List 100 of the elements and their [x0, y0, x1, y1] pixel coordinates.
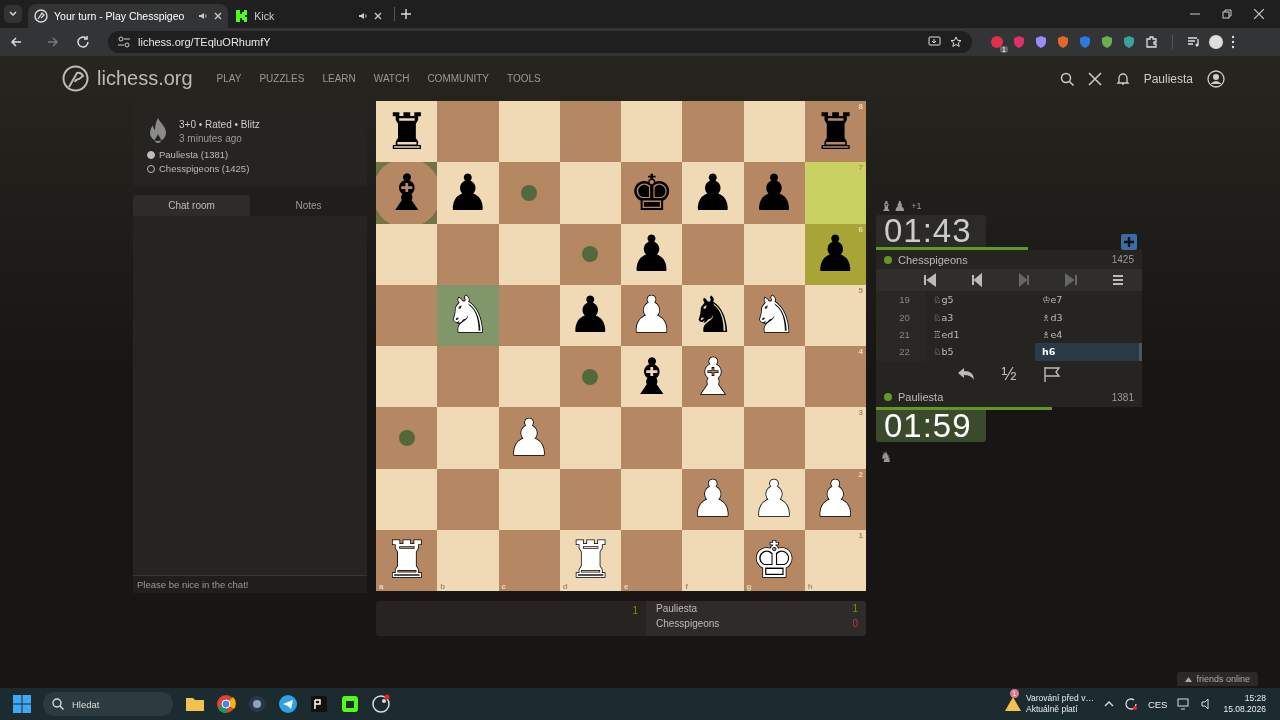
chess-piece[interactable]: ♝ [629, 351, 675, 402]
chevron-up-icon[interactable] [1103, 701, 1114, 707]
extension-icon[interactable] [1034, 35, 1048, 49]
terminal-icon[interactable] [309, 694, 329, 714]
board-square[interactable] [743, 101, 805, 163]
board-square[interactable]: ♟ [559, 284, 621, 346]
player-name[interactable]: Pauliesta [898, 391, 944, 404]
extension-icon[interactable] [990, 35, 1004, 49]
board-square[interactable] [559, 223, 621, 285]
language-indicator[interactable]: CES [1147, 698, 1168, 710]
chess-piece[interactable]: ♜ [812, 106, 858, 157]
chess-piece[interactable]: ♟ [751, 167, 797, 218]
browser-tab[interactable]: Your turn - Play Chesspigeo [28, 4, 229, 28]
board-square[interactable] [743, 223, 805, 285]
move-dot[interactable] [582, 246, 599, 263]
chess-piece[interactable]: ♟ [445, 167, 491, 218]
board-square[interactable] [621, 101, 683, 163]
board-square[interactable]: ♟ [437, 162, 499, 224]
chess-piece[interactable]: ♟ [690, 167, 736, 218]
nav-link[interactable]: TOOLS [505, 70, 543, 87]
board-square[interactable] [376, 223, 438, 285]
site-logo-text[interactable]: lichess.org [97, 67, 193, 90]
media-control-icon[interactable] [1187, 36, 1201, 48]
search-icon[interactable] [1059, 71, 1074, 86]
board-square[interactable] [376, 468, 438, 530]
chevron-down-icon[interactable] [9, 11, 17, 17]
chess-piece[interactable]: ♚ [629, 167, 675, 218]
extension-icon[interactable] [1100, 35, 1114, 49]
board-square[interactable] [621, 468, 683, 530]
board-square[interactable] [559, 346, 621, 408]
move-dot[interactable] [582, 368, 599, 385]
move-entry[interactable]: ♗e4 [1035, 325, 1140, 344]
taskbar-search-field[interactable]: Hledat [43, 692, 173, 716]
site-info-icon[interactable] [118, 36, 130, 48]
nav-link[interactable]: LEARN [320, 70, 358, 87]
move-entry[interactable]: h6 [1035, 343, 1140, 361]
tab-list-button[interactable] [4, 5, 22, 23]
bell-icon[interactable] [1115, 71, 1130, 86]
chess-piece[interactable]: ♟ [812, 229, 858, 280]
board-square[interactable] [743, 346, 805, 408]
extension-icon[interactable] [1056, 35, 1070, 49]
reload-icon[interactable] [76, 35, 92, 49]
board-square[interactable] [559, 468, 621, 530]
move-entry[interactable]: ♘a3 [926, 308, 1035, 326]
board-square[interactable]: ♟ [743, 162, 805, 224]
star-icon[interactable] [950, 36, 962, 48]
board-square[interactable] [376, 346, 438, 408]
player-name[interactable]: Chesspigeons [898, 253, 968, 266]
board-square[interactable] [498, 101, 560, 163]
move-entry[interactable]: ♔e7 [1035, 291, 1140, 309]
speaker-icon[interactable] [358, 11, 369, 21]
resign-button[interactable] [1042, 366, 1061, 383]
extensions-icon[interactable] [1144, 35, 1158, 49]
close-icon[interactable] [374, 12, 383, 20]
browser-tab[interactable]: Kick [228, 4, 389, 28]
profile-avatar[interactable] [1209, 35, 1223, 49]
more-icon[interactable] [1231, 35, 1235, 49]
extension-icon[interactable] [1122, 35, 1136, 49]
board-square[interactable]: ♟ [682, 162, 744, 224]
move-entry[interactable]: ♘g5 [926, 291, 1035, 309]
taskbar-clock[interactable]: 15:28 15.08.2026 [1223, 692, 1266, 716]
restore-icon[interactable] [1222, 9, 1232, 19]
add-time-button[interactable] [1121, 234, 1137, 250]
move-dot[interactable] [398, 429, 415, 446]
chess-piece[interactable]: ♟ [629, 229, 675, 280]
move-entry[interactable]: ♖ed1 [926, 325, 1035, 344]
chess-piece[interactable]: ♞ [690, 290, 736, 341]
weather-alert-text[interactable]: Varování před v… Aktuálně platí [1026, 693, 1094, 715]
user-menu-link[interactable]: Pauliesta [1143, 71, 1193, 86]
app-icon[interactable] [340, 694, 360, 714]
offer-draw-button[interactable]: ½ [1001, 363, 1017, 385]
speaker-icon[interactable] [198, 11, 209, 21]
paper-plane-icon[interactable] [278, 694, 298, 714]
chat-tab[interactable]: Chat room [133, 195, 250, 216]
chess-piece[interactable]: ♟ [567, 290, 613, 341]
camera-icon[interactable] [247, 694, 267, 714]
move-dot[interactable] [521, 184, 538, 201]
player-link[interactable]: Pauliesta (1381) [159, 149, 229, 160]
board-square[interactable] [559, 101, 621, 163]
board-square[interactable] [498, 346, 560, 408]
board-square[interactable]: ♞ [682, 284, 744, 346]
board-square[interactable]: ♟ [621, 223, 683, 285]
start-icon[interactable] [13, 695, 31, 713]
board-square[interactable]: ♝ [376, 162, 438, 224]
new-tab-icon[interactable] [401, 9, 412, 19]
sync-icon[interactable] [1123, 697, 1138, 711]
network-icon[interactable] [1177, 698, 1192, 710]
warning-icon[interactable] [1004, 696, 1022, 712]
extension-icon[interactable] [1078, 35, 1092, 49]
board-square[interactable] [498, 468, 560, 530]
board-square[interactable]: ♝ [621, 346, 683, 408]
chess-piece[interactable]: ♝ [384, 167, 430, 218]
move-entry[interactable]: ♗d3 [1035, 308, 1140, 326]
chess-piece[interactable]: ♜ [384, 106, 430, 157]
player-link[interactable]: Chesspigeons (1425) [159, 163, 250, 174]
address-bar[interactable]: lichess.org/TEqluORhumfY [108, 31, 972, 53]
browser-icon[interactable] [216, 694, 236, 714]
nav-link[interactable]: COMMUNITY [425, 70, 492, 87]
board-square[interactable] [498, 223, 560, 285]
extension-icon[interactable] [1012, 35, 1026, 49]
